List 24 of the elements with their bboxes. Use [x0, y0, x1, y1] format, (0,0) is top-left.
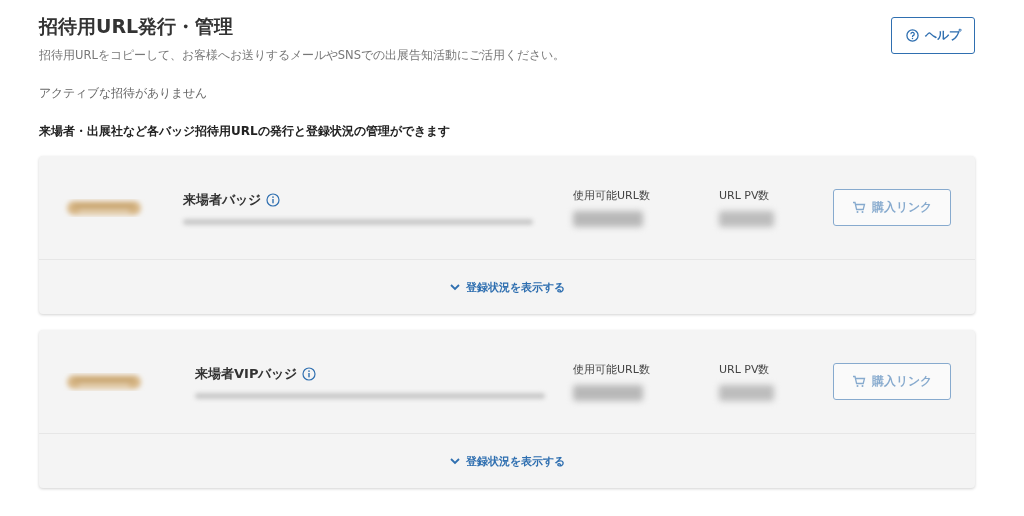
stat-label: URL PV数: [719, 188, 771, 203]
cart-icon: [852, 201, 866, 214]
show-status-toggle[interactable]: 登録状況を表示する: [447, 277, 567, 297]
blurred-number: [573, 385, 643, 401]
stat-label: 使用可能URL数: [573, 362, 651, 377]
page-title: 招待用URL発行・管理: [39, 14, 235, 39]
stat-label: 使用可能URL数: [573, 188, 651, 203]
badge-name: 来場者VIPバッジ: [195, 364, 298, 383]
stat-label: URL PV数: [719, 362, 771, 377]
chevron-icon: [449, 283, 460, 291]
page-description: 招待用URLをコピーして、お客様へお送りするメールやSNSでの出展告知活動にご活用ください。: [39, 48, 566, 63]
blurred-number: [573, 211, 643, 227]
help-button[interactable]: ヘルプ: [891, 17, 975, 54]
section-heading: 来場者・出展社など各バッジ招待用URLの発行と登録状況の管理ができます: [39, 123, 451, 140]
cart-icon: [852, 375, 866, 388]
notice-text: アクティブな招待がありません: [39, 85, 208, 102]
blurred-number: [719, 385, 774, 401]
blurred-number: [719, 211, 774, 227]
show-status-toggle[interactable]: 登録状況を表示する: [447, 451, 567, 471]
info-icon[interactable]: [302, 366, 317, 381]
info-icon[interactable]: [266, 192, 280, 207]
badge-name: 来場者バッジ: [183, 190, 261, 209]
chevron-icon: [449, 457, 460, 465]
help-icon: [905, 29, 919, 42]
